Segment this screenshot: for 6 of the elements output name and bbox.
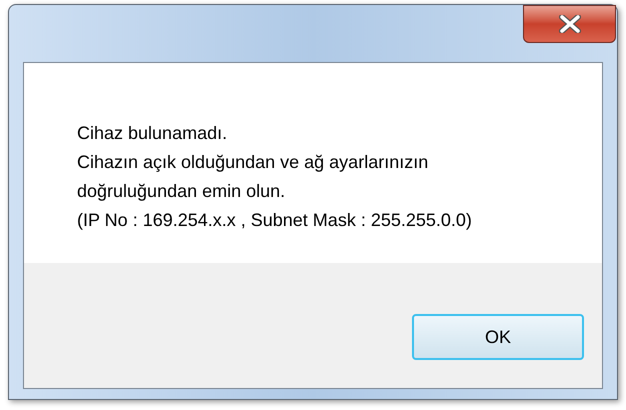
- close-button[interactable]: [523, 5, 616, 43]
- message-text: Cihazın açık olduğundan ve ağ ayarlarınızın doğruluğundan emin olun.: [77, 151, 430, 203]
- message-text: (IP No : 169.254.x.x , Subnet Mask : 255.255.0.0): [77, 209, 473, 232]
- ok-button[interactable]: OK: [412, 314, 584, 360]
- message-text: Cihaz bulunamadı.: [77, 122, 228, 145]
- close-icon: [558, 15, 580, 33]
